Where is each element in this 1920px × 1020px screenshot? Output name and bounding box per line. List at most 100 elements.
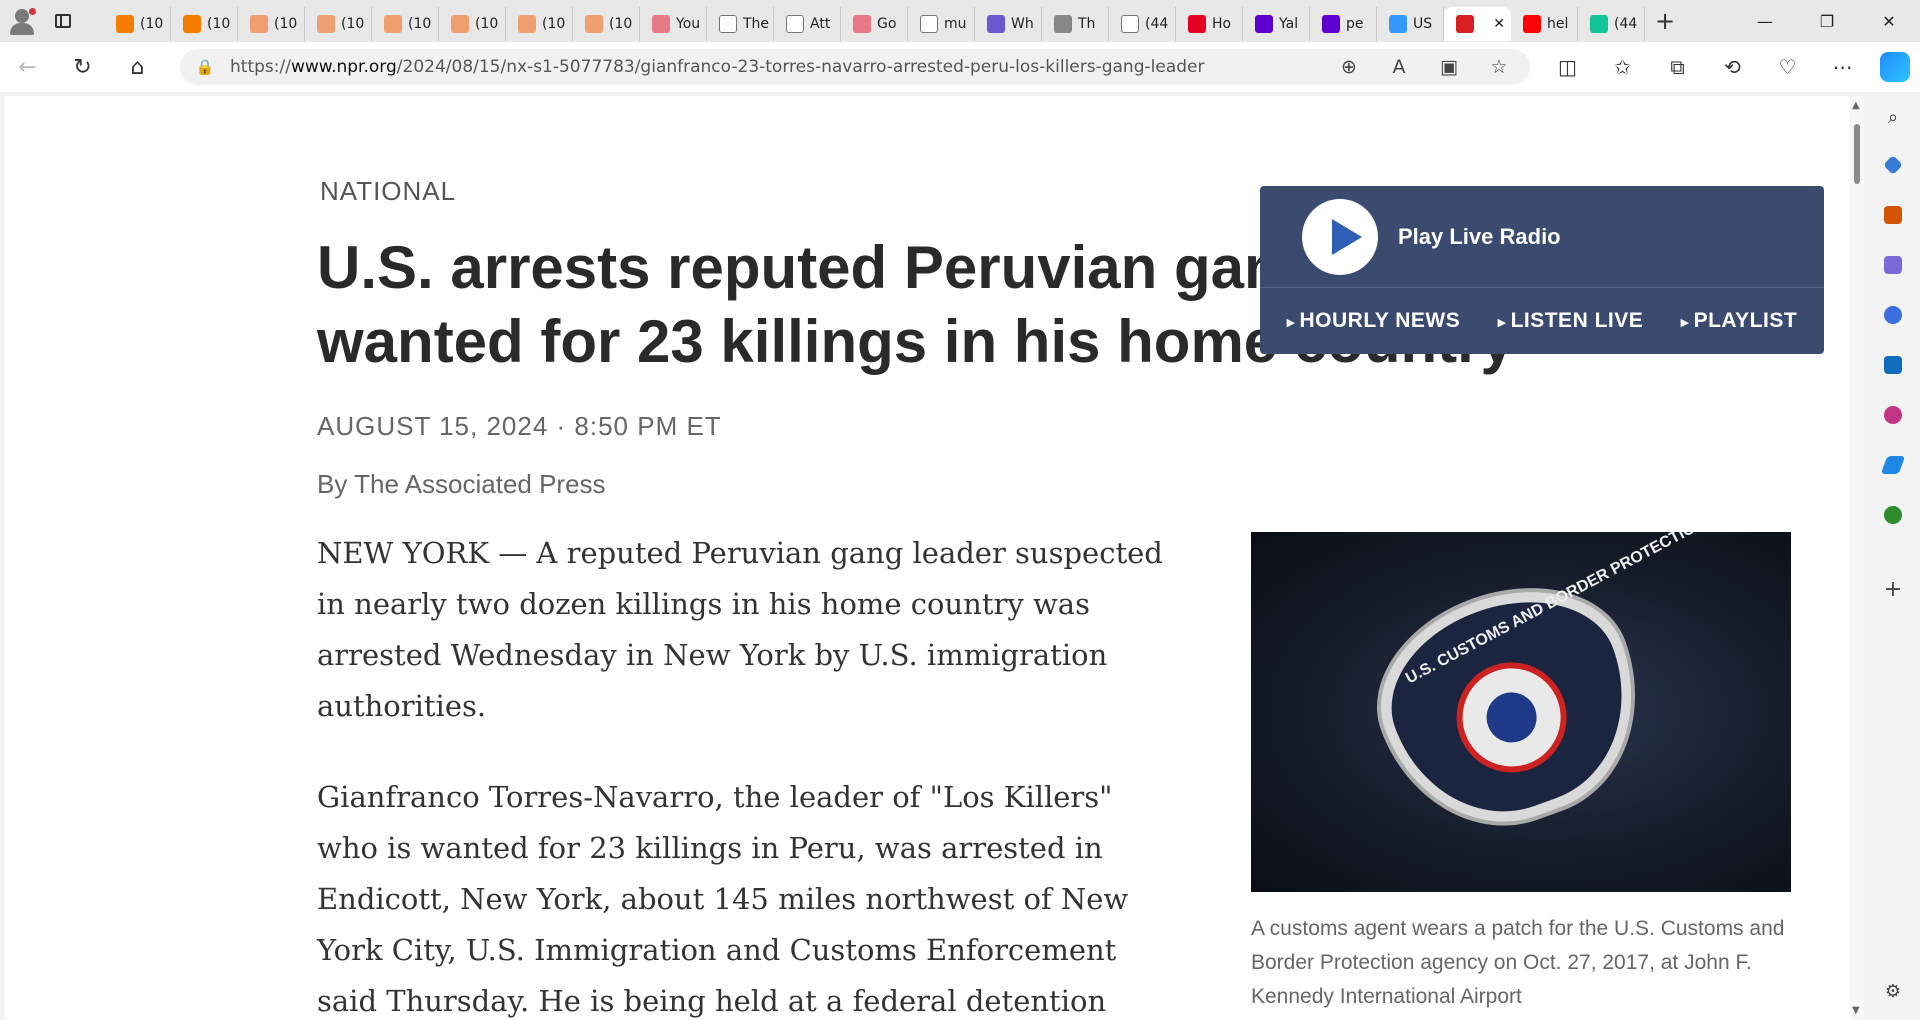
scrollbar-thumb[interactable] — [1854, 124, 1860, 184]
profile-avatar-icon[interactable] — [0, 0, 44, 42]
tools-icon[interactable] — [1882, 204, 1904, 226]
browser-tab[interactable]: (10 — [439, 7, 506, 41]
grammarly-icon — [1590, 15, 1608, 33]
browser-tab[interactable]: mu — [908, 7, 975, 41]
send-icon[interactable] — [1880, 454, 1906, 476]
copilot-icon[interactable] — [1880, 52, 1910, 82]
youtube-icon — [652, 15, 670, 33]
scroll-down-icon[interactable]: ▼ — [1852, 1005, 1860, 1016]
close-tab-icon[interactable]: ✕ — [1493, 16, 1511, 32]
history-icon[interactable]: ⟲ — [1705, 55, 1760, 79]
aol-icon — [1389, 15, 1407, 33]
browser-tab[interactable]: Yal — [1243, 7, 1310, 41]
immersive-reader-icon[interactable]: ▣ — [1424, 56, 1474, 78]
playlist-link[interactable]: PLAYLIST — [1681, 309, 1797, 333]
browser-tab[interactable]: Wh — [975, 7, 1042, 41]
radio-links: HOURLY NEWS LISTEN LIVE PLAYLIST — [1260, 288, 1824, 354]
tab-strip: (10 (10 (10 (10 (10 (10 (10 (10 You The Att Go mu Wh T… — [0, 0, 1920, 42]
play-icon[interactable] — [1302, 198, 1378, 275]
refresh-icon[interactable]: ↻ — [55, 42, 110, 92]
tree-icon[interactable] — [1882, 504, 1904, 526]
article-byline: By The Associated Press — [317, 469, 606, 499]
browser-tab[interactable]: ✕ — [1444, 7, 1511, 41]
page-content: NATIONAL U.S. arrests reputed Peruvian g… — [5, 96, 1850, 1020]
tab-label: (44 — [1145, 16, 1169, 32]
play-live-radio-label[interactable]: Play Live Radio — [1398, 224, 1561, 250]
designer-icon[interactable] — [1882, 404, 1904, 426]
tab-label: (10 — [408, 16, 432, 32]
split-screen-icon[interactable]: ◫ — [1540, 55, 1595, 79]
tab-label: mu — [944, 16, 967, 32]
page-icon — [786, 15, 804, 33]
listen-live-link[interactable]: LISTEN LIVE — [1498, 309, 1643, 333]
browser-tab[interactable]: US — [1377, 7, 1444, 41]
dots-icon — [1054, 15, 1072, 33]
games-icon[interactable] — [1882, 254, 1904, 276]
tab-label: hel — [1547, 16, 1569, 32]
minimize-icon[interactable]: — — [1734, 0, 1796, 42]
tab-label: Wh — [1011, 16, 1034, 32]
browser-tab[interactable]: Ho — [1176, 7, 1243, 41]
tab-actions-menu-icon[interactable] — [44, 0, 82, 42]
collections-icon[interactable]: ⧉ — [1650, 55, 1705, 79]
hourly-news-link[interactable]: HOURLY NEWS — [1287, 309, 1460, 333]
browser-tab[interactable]: (10 — [506, 7, 573, 41]
tab-label: Go — [877, 16, 897, 32]
play-live-radio-row[interactable]: Play Live Radio — [1260, 186, 1824, 288]
tab-label: (10 — [207, 16, 231, 32]
microsoft-365-icon[interactable] — [1882, 304, 1904, 326]
browser-tab[interactable]: Go — [841, 7, 908, 41]
browser-tab[interactable]: (10 — [573, 7, 640, 41]
browser-tab[interactable]: (10 — [104, 7, 171, 41]
article-paragraph: NEW YORK — A reputed Peruvian gang leade… — [317, 536, 1163, 723]
close-window-icon[interactable]: ✕ — [1858, 0, 1920, 42]
browser-tab[interactable]: (10 — [372, 7, 439, 41]
blogger-icon — [384, 15, 402, 33]
browser-tab[interactable]: (10 — [305, 7, 372, 41]
shield-icon — [987, 15, 1005, 33]
tab-label: (10 — [475, 16, 499, 32]
browser-tab[interactable]: pe — [1310, 7, 1377, 41]
url-text[interactable]: https://www.npr.org/2024/08/15/nx-s1-507… — [230, 57, 1204, 77]
article-body: NEW YORK — A reputed Peruvian gang leade… — [317, 528, 1177, 1020]
tab-label: (10 — [341, 16, 365, 32]
zoom-icon[interactable]: ⊕ — [1324, 56, 1374, 78]
favorite-star-icon[interactable]: ☆ — [1474, 56, 1524, 78]
favorites-icon[interactable]: ✩ — [1595, 55, 1650, 79]
back-arrow-icon[interactable]: ← — [0, 42, 55, 92]
section-label[interactable]: NATIONAL — [320, 176, 456, 207]
blogger-icon — [183, 15, 201, 33]
browser-tab[interactable]: hel — [1511, 7, 1578, 41]
browser-tab[interactable]: (44 — [1109, 7, 1176, 41]
restore-icon[interactable]: ❐ — [1796, 0, 1858, 42]
outlook-icon[interactable] — [1882, 354, 1904, 376]
lock-icon[interactable]: 🔒 — [180, 58, 230, 76]
address-bar[interactable]: 🔒 https://www.npr.org/2024/08/15/nx-s1-5… — [180, 49, 1530, 85]
browser-tab[interactable]: The — [707, 7, 774, 41]
home-icon[interactable]: ⌂ — [110, 42, 165, 92]
read-aloud-icon[interactable]: A — [1374, 56, 1424, 78]
browser-tab[interactable]: (44 — [1578, 7, 1645, 41]
search-icon[interactable]: ⌕ — [1882, 106, 1904, 128]
page-icon — [1121, 15, 1139, 33]
shopping-tag-icon[interactable] — [1882, 154, 1904, 176]
browser-tab[interactable]: (10 — [238, 7, 305, 41]
tab-label: Ho — [1212, 16, 1232, 32]
page-icon — [920, 15, 938, 33]
blogger-icon — [451, 15, 469, 33]
tab-label: The — [743, 16, 770, 32]
new-tab-button[interactable]: + — [1645, 0, 1685, 42]
browser-essentials-icon[interactable]: ♡ — [1760, 55, 1815, 79]
browser-tab[interactable]: You — [640, 7, 707, 41]
tab-label: Yal — [1279, 16, 1299, 32]
article-photo[interactable]: U.S. CUSTOMS AND BORDER PROTECTION — [1251, 532, 1791, 892]
settings-gear-icon[interactable]: ⚙ — [1882, 980, 1904, 1002]
add-sidebar-icon[interactable]: + — [1882, 577, 1904, 602]
browser-tab[interactable]: Th — [1042, 7, 1109, 41]
browser-tab[interactable]: (10 — [171, 7, 238, 41]
page-scrollbar[interactable]: ▲ ▼ — [1850, 96, 1864, 1020]
more-menu-icon[interactable]: ⋯ — [1815, 55, 1870, 79]
browser-tab[interactable]: Att — [774, 7, 841, 41]
page-icon — [719, 15, 737, 33]
scroll-up-icon[interactable]: ▲ — [1852, 100, 1860, 111]
